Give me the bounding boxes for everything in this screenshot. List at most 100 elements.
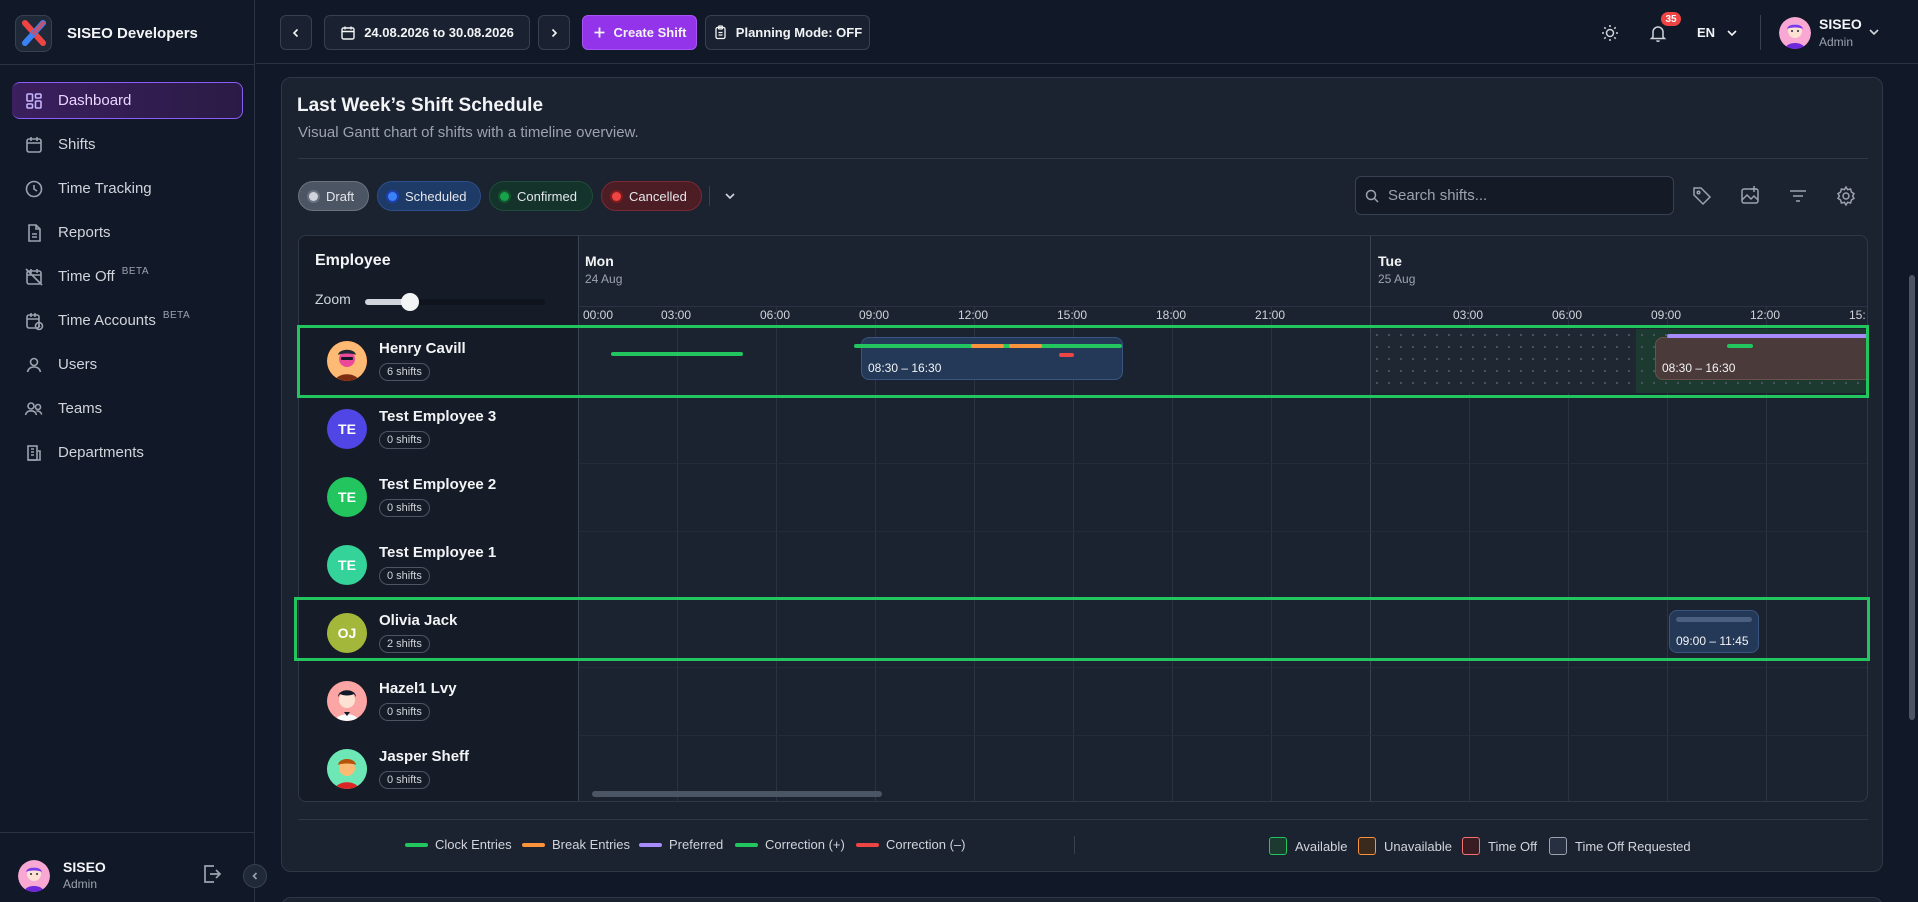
hour-label: 18:00 (1156, 308, 1187, 322)
sun-icon[interactable] (1600, 23, 1620, 43)
status-dot (309, 191, 318, 201)
legend-item: Correction (+) (735, 837, 845, 852)
gear-icon[interactable] (1835, 185, 1857, 207)
day-date: 24 Aug (585, 272, 623, 286)
sidebar-item-users[interactable]: Users (12, 346, 243, 383)
legend-item: Clock Entries (405, 837, 512, 852)
sidebar-item-time-off[interactable]: Time Off BETA (12, 258, 243, 295)
employee-row[interactable]: Jasper Sheff 0 shifts (299, 735, 579, 801)
chevron-right-icon (551, 28, 558, 37)
legend-swatch (856, 842, 879, 847)
employee-row[interactable]: TE Test Employee 2 0 shifts (299, 463, 579, 531)
legend-label: Clock Entries (435, 837, 512, 852)
filter-icon[interactable] (1787, 185, 1809, 207)
brand[interactable]: SISEO Developers (15, 14, 198, 52)
bell-icon[interactable] (1648, 23, 1668, 43)
prev-week-button[interactable] (280, 15, 312, 50)
preferred-bar[interactable] (1667, 334, 1867, 338)
user-icon (26, 357, 42, 372)
zoom-handle[interactable] (401, 293, 419, 311)
employee-row[interactable]: TE Test Employee 3 0 shifts (299, 395, 579, 463)
sidebar-item-time-accounts[interactable]: Time Accounts BETA (12, 302, 243, 339)
shift-count-badge: 0 shifts (379, 567, 430, 585)
grid-line (974, 306, 975, 801)
hour-label: 03:00 (1453, 308, 1484, 322)
legend-item: Time Off Requested (1549, 837, 1691, 855)
avatar[interactable] (1779, 17, 1811, 49)
chevron-down-icon[interactable] (720, 186, 740, 206)
gantt-chart: Mon 24 Aug Tue 25 Aug 00:00 03:00 06:00 … (298, 235, 1868, 802)
top-user-role: Admin (1819, 35, 1854, 49)
divider (579, 306, 1867, 307)
employee-name: Test Employee 3 (379, 408, 497, 425)
logout-icon[interactable] (200, 862, 224, 886)
filter-chip-draft[interactable]: Draft (298, 181, 369, 211)
sidebar-item-label: Time Accounts (58, 312, 156, 329)
grid-line (776, 306, 777, 801)
chevron-down-icon (1727, 29, 1737, 36)
sidebar-item-label: Shifts (58, 136, 96, 153)
draft-bar (1676, 617, 1752, 622)
available-region (1371, 329, 1636, 393)
filter-chip-cancelled[interactable]: Cancelled (601, 181, 702, 211)
sidebar-item-shifts[interactable]: Shifts (12, 126, 243, 163)
employee-column: Employee Zoom Henry Cavill 6 shifts TE T… (299, 236, 579, 801)
zoom-slider[interactable] (365, 293, 545, 311)
clock-entry-bar[interactable] (611, 352, 743, 356)
sidebar-item-label: Users (58, 356, 98, 373)
chevron-down-icon[interactable] (1866, 24, 1882, 40)
employee-row[interactable]: TE Test Employee 1 0 shifts (299, 531, 579, 599)
search-box[interactable] (1355, 176, 1674, 215)
calendar-icon (341, 26, 355, 40)
break-entry-bar[interactable] (971, 344, 1004, 348)
filter-chip-confirmed[interactable]: Confirmed (489, 181, 593, 211)
horizontal-scrollbar[interactable] (579, 789, 1867, 799)
card-title: Last Week’s Shift Schedule (297, 95, 544, 116)
divider (1074, 836, 1075, 854)
create-shift-label: Create Shift (613, 25, 687, 40)
employee-row[interactable]: OJ Olivia Jack 2 shifts (299, 599, 579, 667)
legend-item: Time Off (1462, 837, 1537, 855)
date-range-button[interactable]: 24.08.2026 to 30.08.2026 (324, 15, 530, 50)
shift-count-badge: 0 shifts (379, 771, 430, 789)
avatar: TE (327, 545, 367, 585)
break-entry-bar[interactable] (1009, 344, 1042, 348)
search-input[interactable] (1388, 187, 1668, 204)
sidebar-item-time-tracking[interactable]: Time Tracking (12, 170, 243, 207)
top-user-name: SISEO (1819, 16, 1862, 32)
page-scrollbar[interactable] (1909, 275, 1915, 720)
chip-label: Scheduled (405, 188, 467, 204)
avatar: TE (327, 409, 367, 449)
sidebar-item-reports[interactable]: Reports (12, 214, 243, 251)
shift-block[interactable]: 08:30 – 16:30 (1655, 337, 1867, 380)
divider (298, 158, 1868, 159)
shift-time: 08:30 – 16:30 (868, 361, 942, 375)
divider (298, 819, 1868, 820)
sidebar-item-departments[interactable]: Departments (12, 434, 243, 471)
brand-name: SISEO Developers (67, 24, 198, 42)
tag-icon[interactable] (1691, 185, 1713, 207)
day-label: Mon (585, 253, 614, 269)
correction-minus-bar[interactable] (1059, 353, 1074, 357)
legend-label: Time Off (1488, 838, 1538, 854)
employee-header: Employee (315, 252, 391, 269)
shift-block[interactable]: 09:00 – 11:45 (1669, 610, 1759, 653)
language-select[interactable]: EN (1697, 25, 1739, 40)
collapse-sidebar-button[interactable] (243, 864, 267, 888)
employee-row[interactable]: Hazel1 Lvy 0 shifts (299, 667, 579, 735)
employee-row[interactable]: Henry Cavill 6 shifts (299, 327, 579, 395)
image-export-icon[interactable] (1739, 185, 1761, 207)
avatar (327, 681, 367, 721)
notification-count-badge: 35 (1661, 12, 1681, 26)
clock-entry-bar[interactable] (1727, 344, 1753, 348)
next-week-button[interactable] (538, 15, 570, 50)
planning-mode-button[interactable]: Planning Mode: OFF (705, 15, 870, 50)
day-label: Tue (1378, 253, 1402, 269)
create-shift-button[interactable]: Create Shift (582, 15, 697, 50)
sidebar-item-dashboard[interactable]: Dashboard (12, 82, 243, 119)
scrollbar-thumb[interactable] (592, 791, 882, 797)
sidebar-item-teams[interactable]: Teams (12, 390, 243, 427)
employee-name: Jasper Sheff (379, 748, 470, 765)
hour-label: 12:00 (958, 308, 989, 322)
filter-chip-scheduled[interactable]: Scheduled (377, 181, 481, 211)
